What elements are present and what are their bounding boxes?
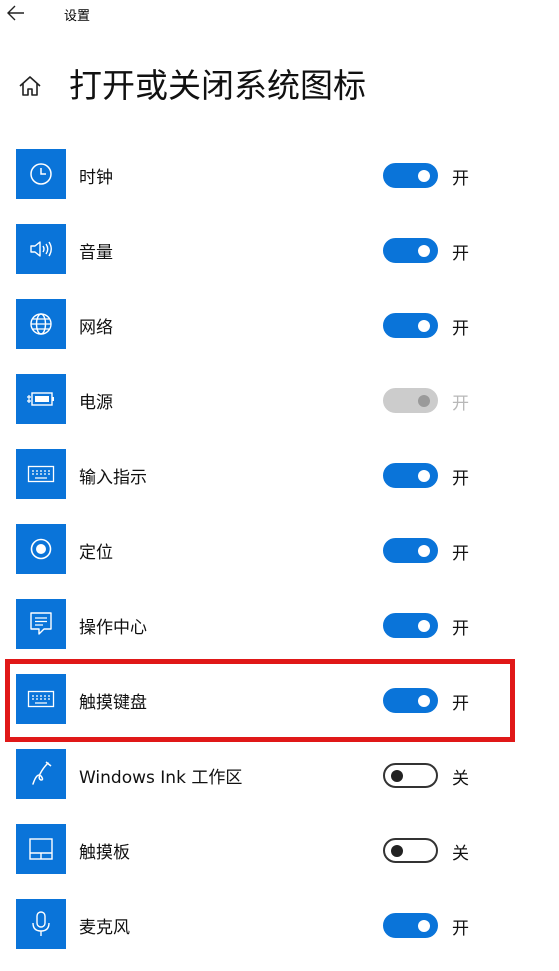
row-location: 定位 开 [0,521,559,596]
state-label-network: 开 [452,319,469,339]
row-power: 电源 开 [0,371,559,446]
row-microphone: 麦克风 开 [0,896,559,971]
row-input-indicator: 输入指示 开 [0,446,559,521]
label-network: 网络 [79,318,113,338]
label-volume: 音量 [79,243,113,263]
label-power: 电源 [79,393,113,413]
volume-icon [16,224,66,274]
row-clock: 时钟 开 [0,146,559,221]
touchpad-icon [16,824,66,874]
back-arrow-icon[interactable] [4,2,28,24]
row-touchpad: 触摸板 关 [0,821,559,896]
label-action-center: 操作中心 [79,618,147,638]
home-icon[interactable] [16,72,44,100]
toggle-touchpad[interactable] [383,838,438,863]
battery-icon [16,374,66,424]
state-label-clock: 开 [452,169,469,189]
state-label-microphone: 开 [452,919,469,939]
label-clock: 时钟 [79,168,113,188]
toggle-network[interactable] [383,313,438,338]
toggle-knob [418,619,430,632]
state-label-action-center: 开 [452,619,469,639]
toggle-knob [418,469,430,482]
row-volume: 音量 开 [0,221,559,296]
toggle-volume[interactable] [383,238,438,263]
location-icon [16,524,66,574]
label-windows-ink: Windows Ink 工作区 [79,768,243,788]
toggle-knob [418,244,430,257]
keyboard-icon [16,449,66,499]
toggle-windows-ink[interactable] [383,763,438,788]
toggle-location[interactable] [383,538,438,563]
highlight-box [5,659,515,742]
clock-icon [16,149,66,199]
title-bar: 设置 [0,0,559,30]
toggle-action-center[interactable] [383,613,438,638]
globe-icon [16,299,66,349]
row-windows-ink: Windows Ink 工作区 关 [0,746,559,821]
toggle-microphone[interactable] [383,913,438,938]
system-icons-list: 时钟开音量开网络开电源开输入指示开定位开操作中心开触摸键盘开 Windows In… [0,146,559,971]
action-center-icon [16,599,66,649]
state-label-input-indicator: 开 [452,469,469,489]
row-network: 网络 开 [0,296,559,371]
label-input-indicator: 输入指示 [79,468,147,488]
toggle-knob [418,319,430,332]
label-microphone: 麦克风 [79,918,130,938]
toggle-knob [418,544,430,557]
state-label-windows-ink: 关 [452,769,469,789]
toggle-clock[interactable] [383,163,438,188]
toggle-knob [391,769,403,782]
state-label-volume: 开 [452,244,469,264]
state-label-location: 开 [452,544,469,564]
label-touchpad: 触摸板 [79,843,130,863]
toggle-input-indicator[interactable] [383,463,438,488]
toggle-knob [418,919,430,932]
toggle-power [383,388,438,413]
toggle-knob [418,169,430,182]
pen-icon [16,749,66,799]
state-label-touchpad: 关 [452,844,469,864]
toggle-knob [391,844,403,857]
page-header: 打开或关闭系统图标 [0,58,559,114]
app-title: 设置 [64,9,91,24]
state-label-power: 开 [452,394,469,414]
microphone-icon [16,899,66,949]
page-title: 打开或关闭系统图标 [69,66,366,105]
toggle-knob [418,394,430,407]
label-location: 定位 [79,543,113,563]
